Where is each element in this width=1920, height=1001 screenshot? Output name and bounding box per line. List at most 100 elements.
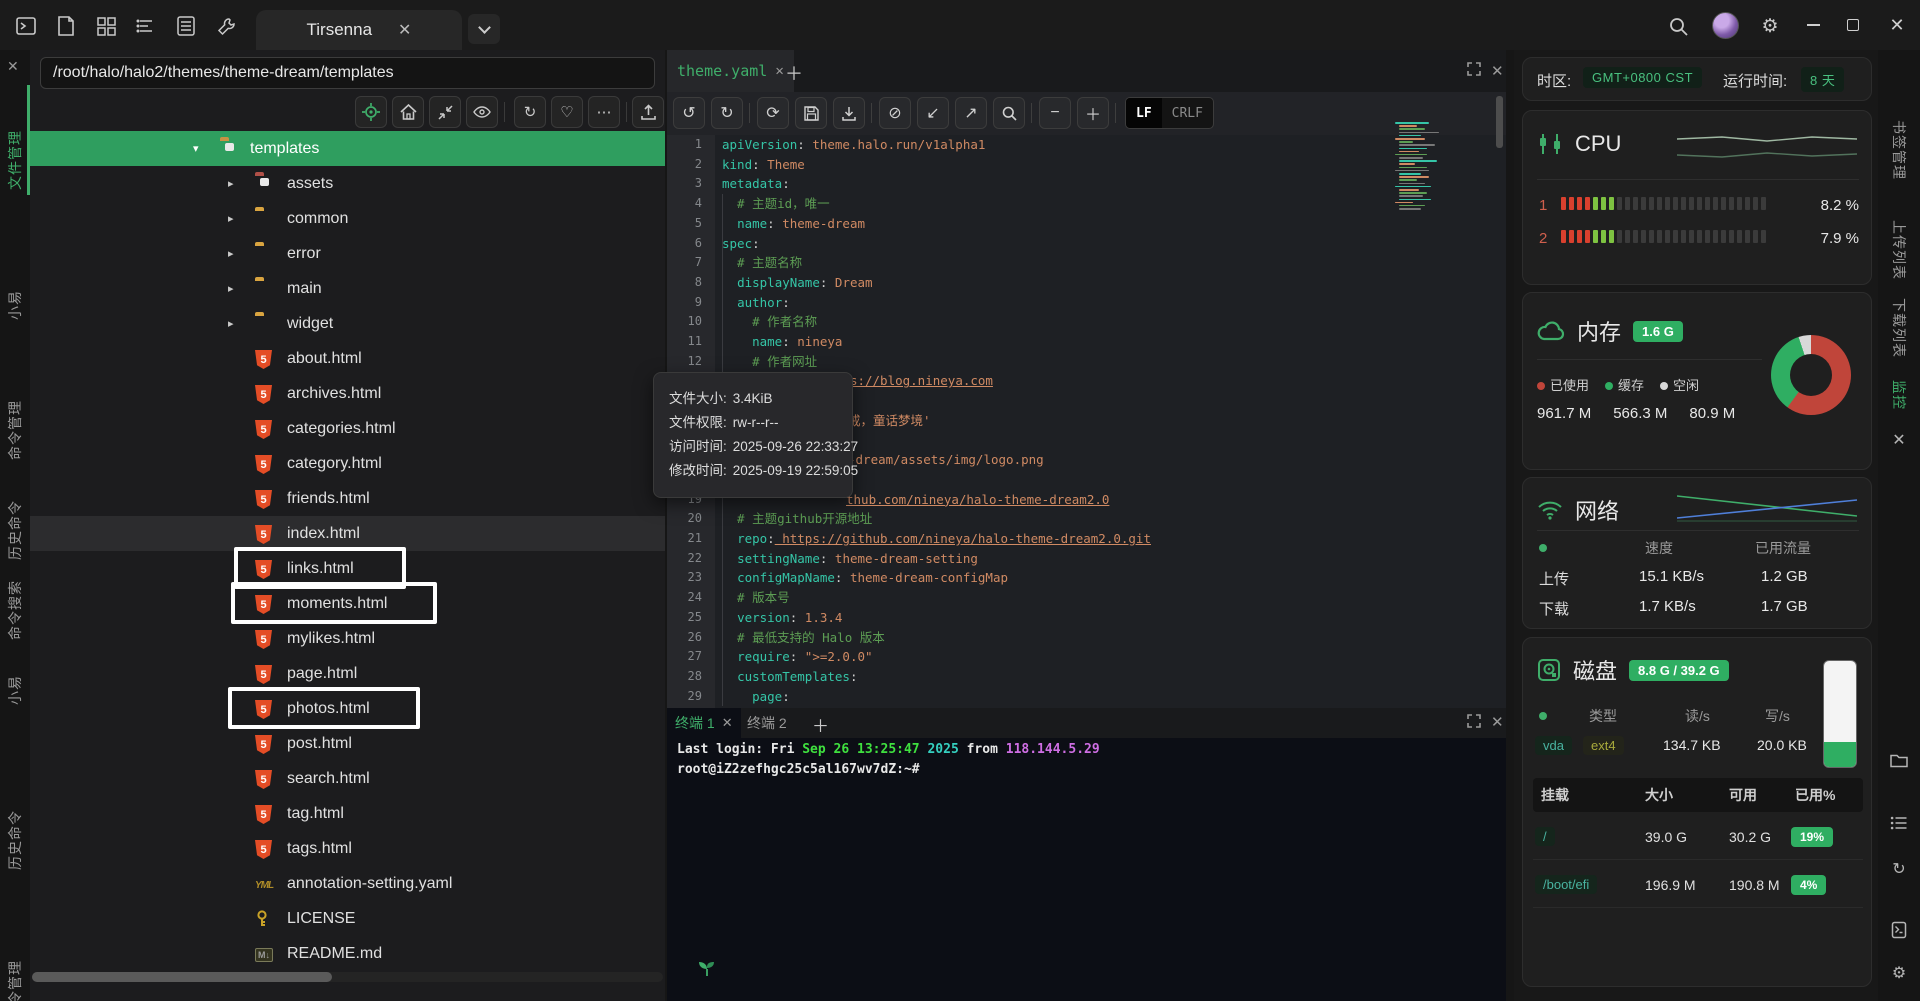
tree-hscrollbar[interactable]: [32, 972, 663, 982]
tree-row[interactable]: M↓README.md: [30, 936, 665, 971]
sidebar-item-2[interactable]: 命令管理: [5, 400, 25, 460]
session-tab[interactable]: Tirsenna ✕: [256, 10, 462, 50]
tree-row[interactable]: LICENSE: [30, 901, 665, 936]
sidebar-close-icon[interactable]: ✕: [7, 58, 19, 75]
sidebar-item-1[interactable]: 小易: [5, 290, 25, 320]
sidebar-item-3[interactable]: 历史命令: [5, 500, 25, 560]
sidebar-item-4[interactable]: 命令搜索: [5, 580, 25, 640]
editor-tab-close-icon[interactable]: ✕: [775, 63, 783, 79]
zoom-out-button[interactable]: −: [1039, 97, 1071, 129]
settings-gear-icon[interactable]: ⚙: [1758, 14, 1782, 38]
tools-wrench-icon[interactable]: [214, 14, 238, 38]
tree-row[interactable]: 5tag.html: [30, 796, 665, 831]
log-file-icon[interactable]: [1892, 922, 1907, 939]
save-button[interactable]: [795, 97, 827, 129]
tree-row[interactable]: 5search.html: [30, 761, 665, 796]
more-options-button[interactable]: ⋯: [588, 96, 620, 128]
close-button[interactable]: ✕: [1884, 14, 1910, 36]
terminal-tab-1-close-icon[interactable]: ✕: [722, 715, 733, 731]
terminal-close-icon[interactable]: ✕: [1491, 713, 1504, 731]
download-button[interactable]: [833, 97, 865, 129]
chevron-collapsed-icon[interactable]: ▸: [228, 282, 234, 295]
redo-button[interactable]: ↻: [711, 97, 743, 129]
tree-row[interactable]: 5tags.html: [30, 831, 665, 866]
list-icon[interactable]: [1891, 816, 1908, 830]
collapse-button[interactable]: [429, 96, 461, 128]
server-list-icon[interactable]: [174, 14, 198, 38]
session-dropdown-button[interactable]: [468, 14, 500, 44]
maximize-button[interactable]: [1840, 14, 1866, 36]
tree-row[interactable]: 5index.html: [30, 516, 665, 551]
eol-toggle[interactable]: LFCRLF: [1125, 97, 1214, 129]
tree-row[interactable]: 5category.html: [30, 446, 665, 481]
sidebar-item-0[interactable]: 文件管理: [5, 130, 25, 190]
tree-row[interactable]: 5about.html: [30, 341, 665, 376]
avatar[interactable]: [1712, 12, 1739, 39]
tree-row[interactable]: ▸widget: [30, 306, 665, 341]
zoom-in-button[interactable]: ＋: [1077, 97, 1109, 129]
tree-row[interactable]: 5mylikes.html: [30, 621, 665, 656]
tree-row[interactable]: ▸common: [30, 201, 665, 236]
search-icon[interactable]: [1666, 14, 1690, 38]
tree-hscrollbar-thumb[interactable]: [32, 972, 332, 982]
editor-vscrollbar-thumb[interactable]: [1496, 96, 1503, 148]
sidebar-item-6[interactable]: 历史命令: [5, 810, 25, 870]
tree-row[interactable]: ▸error: [30, 236, 665, 271]
gear-icon[interactable]: ⚙: [1892, 963, 1906, 983]
eol-crlf-option[interactable]: CRLF: [1162, 98, 1213, 129]
tree-row[interactable]: ▸assets: [30, 166, 665, 201]
tree-row[interactable]: ▾templates: [30, 131, 665, 166]
tree-row[interactable]: 5categories.html: [30, 411, 665, 446]
path-input[interactable]: [40, 57, 655, 89]
right-rail-item-1[interactable]: 上传列表: [1889, 220, 1909, 280]
tree-row[interactable]: ▸main: [30, 271, 665, 306]
session-tab-close-icon[interactable]: ✕: [398, 20, 411, 40]
terminal-panel[interactable]: 终端 1 ✕ 终端 2 ＋ ✕ Last login: Fri Sep 26 1…: [667, 708, 1506, 1001]
right-rail-item-0[interactable]: 书签管理: [1889, 120, 1909, 180]
terminal-icon[interactable]: [14, 14, 38, 38]
refresh-icon[interactable]: ↻: [1892, 859, 1905, 879]
chevron-collapsed-icon[interactable]: ▸: [228, 177, 234, 190]
sidebar-item-5[interactable]: 小易: [5, 675, 25, 705]
right-rail-item-2[interactable]: 下载列表: [1889, 298, 1909, 358]
seedling-icon[interactable]: [697, 958, 717, 978]
locate-button[interactable]: [355, 96, 387, 128]
eol-lf-option[interactable]: LF: [1126, 98, 1162, 129]
find-button[interactable]: [993, 97, 1025, 129]
refresh-button[interactable]: ↻: [514, 96, 546, 128]
minimize-button[interactable]: [1800, 14, 1826, 36]
jump-start-button[interactable]: ↙: [917, 97, 949, 129]
jump-end-button[interactable]: ↗: [955, 97, 987, 129]
tree-row[interactable]: 5archives.html: [30, 376, 665, 411]
editor-minimap[interactable]: [1395, 122, 1447, 214]
tree-row[interactable]: 5post.html: [30, 726, 665, 761]
terminal-tab-2[interactable]: 终端 2: [739, 708, 795, 738]
layout-grid-icon[interactable]: [94, 14, 118, 38]
mount-table-row[interactable]: /39.0 G30.2 G19%: [1533, 814, 1863, 860]
chevron-expanded-icon[interactable]: ▾: [193, 142, 199, 155]
favorite-heart-button[interactable]: ♡: [551, 96, 583, 128]
tree-row[interactable]: 5friends.html: [30, 481, 665, 516]
undo-button[interactable]: ↺: [673, 97, 705, 129]
editor-tab-theme-yaml[interactable]: theme.yaml ✕: [667, 50, 794, 92]
tree-row[interactable]: YMLannotation-setting.yaml: [30, 866, 665, 901]
chevron-collapsed-icon[interactable]: ▸: [228, 247, 234, 260]
new-file-icon[interactable]: [54, 14, 78, 38]
editor-new-tab-button[interactable]: ＋: [785, 60, 803, 86]
editor-close-icon[interactable]: ✕: [1491, 62, 1504, 80]
sidebar-item-7[interactable]: 命令管理: [5, 960, 25, 1001]
right-rail-item-3[interactable]: 监控: [1889, 380, 1909, 410]
tree-row[interactable]: 5page.html: [30, 656, 665, 691]
terminal-fullscreen-icon[interactable]: [1467, 714, 1481, 728]
reload-button[interactable]: ⟳: [757, 97, 789, 129]
folder-open-icon[interactable]: [1890, 753, 1908, 768]
terminal-tab-1[interactable]: 终端 1 ✕: [667, 708, 741, 738]
terminal-new-tab-button[interactable]: ＋: [812, 712, 829, 737]
right-rail-close-icon[interactable]: ✕: [1892, 430, 1905, 450]
home-button[interactable]: [392, 96, 424, 128]
chevron-collapsed-icon[interactable]: ▸: [228, 212, 234, 225]
mount-table-row[interactable]: /boot/efi196.9 M190.8 M4%: [1533, 862, 1863, 908]
eye-button[interactable]: [466, 96, 498, 128]
readonly-button[interactable]: ⊘: [879, 97, 911, 129]
editor-fullscreen-icon[interactable]: [1467, 62, 1481, 76]
